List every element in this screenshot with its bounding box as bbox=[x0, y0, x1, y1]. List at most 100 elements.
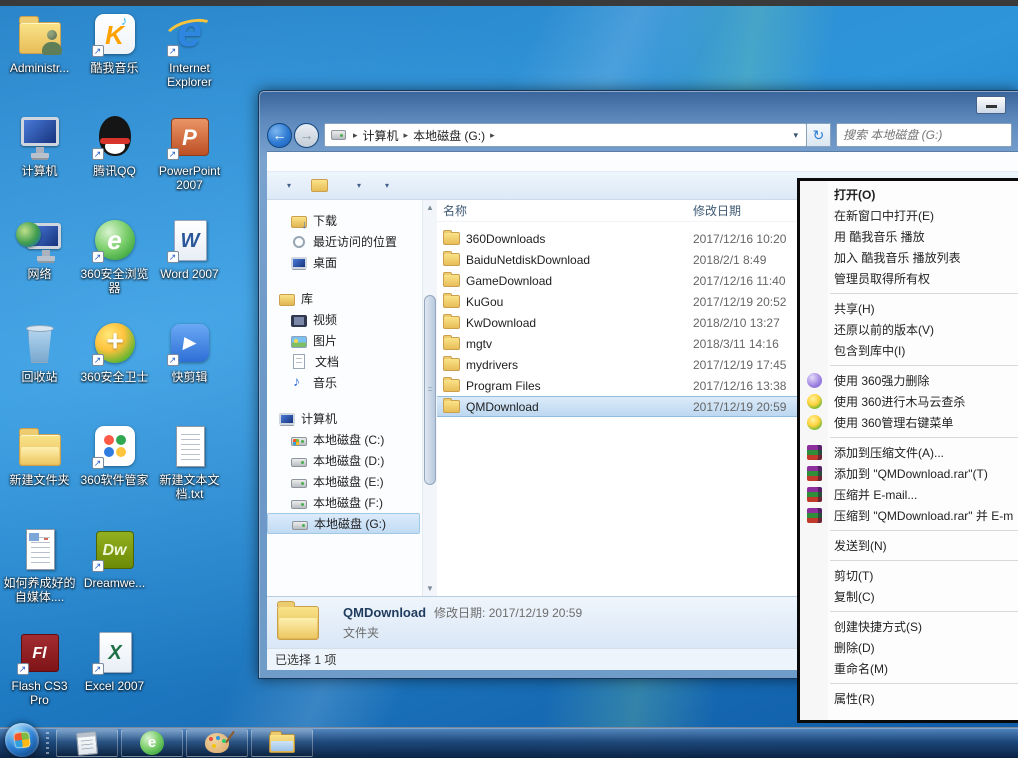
start-button[interactable] bbox=[5, 723, 39, 757]
toolbar-button[interactable] bbox=[419, 174, 439, 198]
desktop-icon[interactable]: 快剪辑 bbox=[152, 319, 227, 422]
nav-item[interactable]: 视频 bbox=[267, 309, 420, 330]
context-menu-item[interactable]: 还原以前的版本(V) bbox=[800, 319, 1018, 340]
toolbar-button[interactable] bbox=[399, 174, 419, 198]
address-bar[interactable]: ▸计算机▸本地磁盘 (G:) ▸ ▾ bbox=[324, 123, 807, 147]
nav-item[interactable]: 库 bbox=[267, 288, 420, 309]
nav-item[interactable]: 计算机 bbox=[267, 408, 420, 429]
scroll-up-icon[interactable]: ▲ bbox=[423, 200, 437, 215]
context-menu-item[interactable]: 在新窗口中打开(E) bbox=[800, 205, 1018, 226]
context-menu-item[interactable]: 发送到(N) bbox=[800, 535, 1018, 556]
taskbar-app-button[interactable] bbox=[56, 729, 118, 757]
nav-item[interactable]: 本地磁盘 (G:) bbox=[267, 513, 420, 534]
breadcrumb-segment[interactable]: ▸计算机 bbox=[348, 127, 399, 144]
context-menu-item[interactable]: 删除(D) bbox=[800, 637, 1018, 658]
nav-item[interactable]: 本地磁盘 (F:) bbox=[267, 492, 420, 513]
context-menu-item[interactable]: 使用 360进行木马云查杀 bbox=[800, 391, 1018, 412]
context-menu-item[interactable] bbox=[800, 607, 1018, 616]
search-box[interactable] bbox=[836, 123, 1012, 147]
details-name: QMDownload bbox=[343, 605, 426, 620]
address-dropdown-icon[interactable]: ▾ bbox=[789, 130, 802, 141]
details-date-label: 修改日期: bbox=[434, 606, 485, 620]
desktop-icon[interactable]: Dreamwe... bbox=[77, 525, 152, 628]
desktop-icon[interactable]: 回收站 bbox=[2, 319, 77, 422]
scroll-down-icon[interactable]: ▼ bbox=[423, 581, 437, 596]
nav-item[interactable]: 图片 bbox=[267, 330, 420, 351]
desktop-icon[interactable]: 新建文本文档.txt bbox=[152, 422, 227, 525]
title-bar[interactable] bbox=[259, 91, 1018, 119]
nav-item[interactable]: 本地磁盘 (C:) bbox=[267, 429, 420, 450]
context-menu-item[interactable]: 复制(C) bbox=[800, 586, 1018, 607]
nav-item[interactable]: 桌面 bbox=[267, 252, 420, 273]
desktop-icon-label: 新建文本文档.txt bbox=[152, 473, 227, 501]
context-menu-item[interactable]: 加入 酷我音乐 播放列表 bbox=[800, 247, 1018, 268]
toolbar-button[interactable] bbox=[371, 174, 399, 198]
desktop-icon[interactable]: Word 2007 bbox=[152, 216, 227, 319]
context-menu-item[interactable] bbox=[800, 679, 1018, 688]
context-menu-item[interactable]: 剪切(T) bbox=[800, 565, 1018, 586]
taskbar-app-button[interactable] bbox=[121, 729, 183, 757]
desktop-icon[interactable]: Excel 2007 bbox=[77, 628, 152, 731]
forward-button[interactable]: → bbox=[294, 123, 319, 148]
context-menu-item[interactable]: 用 酷我音乐 播放 bbox=[800, 226, 1018, 247]
nav-item[interactable]: 音乐 bbox=[267, 372, 420, 393]
context-menu-item[interactable]: 添加到压缩文件(A)... bbox=[800, 442, 1018, 463]
taskbar-app-button[interactable] bbox=[186, 729, 248, 757]
back-button[interactable]: ← bbox=[267, 123, 292, 148]
refresh-button[interactable]: ↻ bbox=[807, 123, 831, 147]
nav-item[interactable]: 文档 bbox=[267, 351, 420, 372]
context-menu-item[interactable]: 重命名(M) bbox=[800, 658, 1018, 679]
desktop-icon[interactable]: 酷我音乐 bbox=[77, 10, 152, 113]
scrollbar-thumb[interactable] bbox=[424, 295, 436, 485]
context-menu-item[interactable]: 添加到 "QMDownload.rar"(T) bbox=[800, 463, 1018, 484]
toolbar-button[interactable] bbox=[343, 174, 371, 198]
context-menu-item[interactable] bbox=[800, 289, 1018, 298]
context-menu-item[interactable]: 使用 360管理右键菜单 bbox=[800, 412, 1018, 433]
breadcrumb-segment[interactable]: ▸本地磁盘 (G:) bbox=[399, 127, 486, 144]
desktop-icon[interactable]: Administr... bbox=[2, 10, 77, 113]
context-menu-item[interactable]: 管理员取得所有权 bbox=[800, 268, 1018, 289]
desktop-icon[interactable]: 新建文件夹 bbox=[2, 422, 77, 525]
nav-item[interactable]: 最近访问的位置 bbox=[267, 231, 420, 252]
nav-item[interactable]: 下载 bbox=[267, 210, 420, 231]
menu-item-icon bbox=[807, 373, 822, 388]
search-input[interactable] bbox=[836, 123, 1012, 147]
desktop-icon[interactable]: Internet Explorer bbox=[152, 10, 227, 113]
column-header-name[interactable]: 名称 bbox=[443, 202, 693, 219]
context-menu-item[interactable]: 属性(R) bbox=[800, 688, 1018, 709]
menu-item-label: 使用 360强力删除 bbox=[834, 372, 929, 389]
desktop-icon[interactable]: 360安全卫士 bbox=[77, 319, 152, 422]
context-menu-item[interactable] bbox=[800, 433, 1018, 442]
desktop-icon[interactable]: 360安全浏览器 bbox=[77, 216, 152, 319]
context-menu-item[interactable]: 使用 360强力删除 bbox=[800, 370, 1018, 391]
context-menu-item[interactable] bbox=[800, 556, 1018, 565]
desktop-icon[interactable]: 360软件管家 bbox=[77, 422, 152, 525]
desktop-icon[interactable]: 计算机 bbox=[2, 113, 77, 216]
desktop-icon[interactable]: Flash CS3 Pro bbox=[2, 628, 77, 731]
desktop-icon[interactable]: 网络 bbox=[2, 216, 77, 319]
context-menu-item[interactable]: 包含到库中(I) bbox=[800, 340, 1018, 361]
nav-item[interactable]: 本地磁盘 (E:) bbox=[267, 471, 420, 492]
column-header-date[interactable]: 修改日期 bbox=[693, 202, 741, 219]
breadcrumb-arrow-icon[interactable]: ▸ bbox=[490, 130, 495, 141]
toolbar-button[interactable] bbox=[301, 174, 343, 198]
desktop-icon[interactable]: PowerPoint 2007 bbox=[152, 113, 227, 216]
desktop-icon-label: Excel 2007 bbox=[77, 679, 152, 693]
context-menu-item[interactable]: 打开(O) bbox=[800, 184, 1018, 205]
nav-item-icon bbox=[291, 500, 307, 509]
context-menu-item[interactable] bbox=[800, 526, 1018, 535]
taskbar-app-button[interactable] bbox=[251, 729, 313, 757]
nav-scrollbar[interactable]: ▲ ▼ bbox=[422, 200, 437, 596]
context-menu-item[interactable]: 压缩并 E-mail... bbox=[800, 484, 1018, 505]
context-menu-item[interactable]: 压缩到 "QMDownload.rar" 并 E-m bbox=[800, 505, 1018, 526]
minimize-button[interactable] bbox=[976, 96, 1006, 114]
nav-item[interactable]: 本地磁盘 (D:) bbox=[267, 450, 420, 471]
status-text: 已选择 1 项 bbox=[275, 651, 336, 668]
desktop-icon[interactable]: 腾讯QQ bbox=[77, 113, 152, 216]
desktop-icon[interactable]: 如何养成好的自媒体.... bbox=[2, 525, 77, 628]
context-menu-item[interactable]: 共享(H) bbox=[800, 298, 1018, 319]
toolbar-button[interactable] bbox=[273, 174, 301, 198]
file-name: mgtv bbox=[466, 337, 693, 351]
context-menu-item[interactable]: 创建快捷方式(S) bbox=[800, 616, 1018, 637]
context-menu-item[interactable] bbox=[800, 361, 1018, 370]
